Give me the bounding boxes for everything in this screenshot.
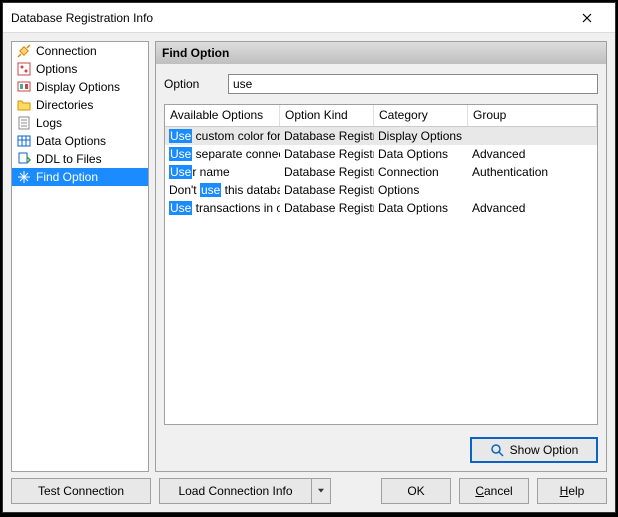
cell-category: Data Options <box>374 147 468 161</box>
show-option-label: Show Option <box>510 443 579 457</box>
content-panel: Find Option Option Available Options Opt… <box>155 41 607 472</box>
cell-category: Connection <box>374 165 468 179</box>
option-input[interactable] <box>228 74 598 94</box>
panel-title: Find Option <box>156 42 606 64</box>
sidebar-item-label: Logs <box>36 116 62 130</box>
cell-kind: Database Registration <box>280 201 374 215</box>
option-label: Option <box>164 77 220 91</box>
table-row[interactable]: Use transactions in object editors Datab… <box>165 199 597 217</box>
cell-available: Use custom color for DB editors <box>165 129 280 143</box>
cell-available: User name <box>165 165 280 179</box>
dialog-body: Connection Options Display Options Direc… <box>3 33 615 512</box>
sidebar-item-options[interactable]: Options <box>12 60 148 78</box>
cell-category: Display Options <box>374 129 468 143</box>
show-option-button[interactable]: Show Option <box>470 437 598 463</box>
main-area: Connection Options Display Options Direc… <box>11 41 607 472</box>
cell-available: Use separate connections for each data v… <box>165 147 280 161</box>
load-connection-button[interactable]: Load Connection Info <box>159 478 311 504</box>
sidebar: Connection Options Display Options Direc… <box>11 41 149 472</box>
header-group[interactable]: Group <box>468 105 597 126</box>
table-row[interactable]: Don't use this database registration Dat… <box>165 181 597 199</box>
data-options-icon <box>16 133 32 149</box>
table-row[interactable]: Use custom color for DB editors Database… <box>165 127 597 145</box>
option-row: Option <box>164 74 598 94</box>
header-available[interactable]: Available Options <box>165 105 280 126</box>
cell-category: Data Options <box>374 201 468 215</box>
sidebar-item-find-option[interactable]: Find Option <box>12 168 148 186</box>
window-title: Database Registration Info <box>11 11 567 25</box>
load-connection-dropdown[interactable] <box>311 478 331 504</box>
results-table: Available Options Option Kind Category G… <box>164 104 598 425</box>
sidebar-item-label: Connection <box>36 44 97 58</box>
table-header: Available Options Option Kind Category G… <box>165 105 597 127</box>
header-kind[interactable]: Option Kind <box>280 105 374 126</box>
sidebar-item-label: DDL to Files <box>36 152 102 166</box>
cell-group: Authentication <box>468 165 597 179</box>
show-option-row: Show Option <box>164 435 598 463</box>
sidebar-item-directories[interactable]: Directories <box>12 96 148 114</box>
logs-icon <box>16 115 32 131</box>
close-button[interactable] <box>567 4 607 32</box>
help-button[interactable]: Help <box>537 478 607 504</box>
search-icon <box>490 443 504 457</box>
bottom-bar: Test Connection Load Connection Info OK … <box>11 478 607 504</box>
cell-category: Options <box>374 183 468 197</box>
header-category[interactable]: Category <box>374 105 468 126</box>
load-connection-split-button: Load Connection Info <box>159 478 331 504</box>
sidebar-item-label: Options <box>36 62 77 76</box>
find-icon <box>16 169 32 185</box>
sidebar-item-data-options[interactable]: Data Options <box>12 132 148 150</box>
cell-kind: Database Registration <box>280 165 374 179</box>
titlebar: Database Registration Info <box>3 3 615 33</box>
dialog-window: Database Registration Info Connection Op… <box>2 2 616 513</box>
sidebar-item-connection[interactable]: Connection <box>12 42 148 60</box>
cell-kind: Database Registration <box>280 147 374 161</box>
display-icon <box>16 79 32 95</box>
cell-group: Advanced <box>468 201 597 215</box>
cell-available: Don't use this database registration <box>165 183 280 197</box>
table-body: Use custom color for DB editors Database… <box>165 127 597 424</box>
sidebar-item-label: Data Options <box>36 134 106 148</box>
panel-body: Option Available Options Option Kind Cat… <box>156 64 606 471</box>
sidebar-item-logs[interactable]: Logs <box>12 114 148 132</box>
cell-kind: Database Registration <box>280 183 374 197</box>
sidebar-item-label: Display Options <box>36 80 120 94</box>
sidebar-item-ddl-to-files[interactable]: DDL to Files <box>12 150 148 168</box>
spacer <box>339 478 373 504</box>
table-row[interactable]: Use separate connections for each data v… <box>165 145 597 163</box>
sidebar-item-display-options[interactable]: Display Options <box>12 78 148 96</box>
test-connection-button[interactable]: Test Connection <box>11 478 151 504</box>
close-icon <box>582 13 592 23</box>
options-icon <box>16 61 32 77</box>
chevron-down-icon <box>318 488 324 494</box>
ddl-icon <box>16 151 32 167</box>
cell-available: Use transactions in object editors <box>165 201 280 215</box>
ok-button[interactable]: OK <box>381 478 451 504</box>
plug-icon <box>16 43 32 59</box>
cancel-button[interactable]: Cancel <box>459 478 529 504</box>
table-row[interactable]: User name Database Registration Connecti… <box>165 163 597 181</box>
sidebar-item-label: Directories <box>36 98 93 112</box>
cell-group: Advanced <box>468 147 597 161</box>
cell-kind: Database Registration <box>280 129 374 143</box>
folder-icon <box>16 97 32 113</box>
sidebar-item-label: Find Option <box>36 170 98 184</box>
